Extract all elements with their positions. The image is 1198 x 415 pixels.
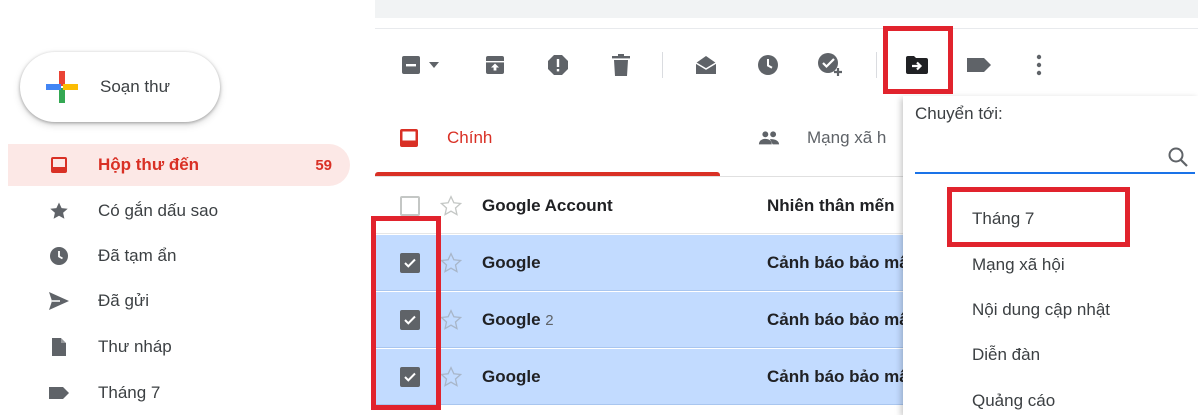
star-icon[interactable]	[439, 251, 463, 274]
plus-icon	[42, 67, 82, 107]
toolbar-divider	[662, 52, 663, 78]
sidebar-item-label: Hộp thư đến	[98, 155, 200, 174]
inbox-icon	[48, 154, 70, 176]
star-icon[interactable]	[439, 194, 463, 217]
email-subject: Nhiên thân mến	[767, 195, 895, 215]
tab-primary[interactable]: Chính	[398, 100, 492, 176]
row-checkbox[interactable]	[400, 195, 420, 216]
sidebar-item-label: Đã tạm ẩn	[98, 246, 177, 265]
toolbar-divider	[876, 52, 877, 78]
inbox-icon	[398, 127, 420, 149]
star-icon[interactable]	[439, 308, 463, 331]
label-icon[interactable]	[966, 52, 992, 78]
unread-count: 59	[315, 156, 332, 174]
move-option-promotions[interactable]: Quảng cáo	[972, 391, 1055, 411]
email-sender: Google 2	[482, 309, 554, 329]
star-icon	[48, 200, 70, 222]
sidebar-item-label-thang7[interactable]: Tháng 7	[8, 372, 350, 414]
people-icon	[758, 127, 780, 149]
label-icon	[48, 382, 70, 404]
top-divider	[375, 28, 1198, 29]
email-subject: Cảnh báo bảo mật	[767, 366, 907, 386]
email-sender: Google	[482, 366, 541, 386]
dropdown-arrow-icon[interactable]	[426, 52, 442, 78]
email-sender: Google	[482, 252, 541, 272]
search-icon	[1167, 146, 1189, 173]
sidebar-item-snoozed[interactable]: Đã tạm ẩn	[8, 235, 350, 277]
highlight-box-thang7	[947, 187, 1130, 247]
add-to-tasks-icon[interactable]	[817, 52, 843, 78]
sidebar-item-label: Đã gửi	[98, 291, 150, 310]
tab-label: Chính	[447, 128, 493, 147]
tab-label: Mạng xã h	[807, 128, 887, 147]
clock-icon	[48, 245, 70, 267]
delete-icon[interactable]	[608, 52, 634, 78]
email-subject: Cảnh báo bảo mật	[767, 309, 907, 329]
sidebar-item-label: Thư nháp	[98, 337, 172, 356]
highlight-box-checkboxes	[371, 216, 441, 410]
thread-count: 2	[545, 311, 554, 329]
sidebar-item-sent[interactable]: Đã gửi	[8, 280, 350, 322]
sidebar-item-starred[interactable]: Có gắn dấu sao	[8, 190, 350, 232]
move-to-menu: Chuyển tới: Tháng 7 Mạng xã hội Nội dung…	[903, 96, 1198, 415]
snooze-icon[interactable]	[755, 52, 781, 78]
compose-label: Soạn thư	[100, 77, 170, 96]
archive-icon[interactable]	[482, 52, 508, 78]
draft-icon	[48, 336, 70, 358]
compose-button[interactable]: Soạn thư	[20, 52, 220, 122]
send-icon	[48, 290, 70, 312]
move-to-search-input[interactable]	[915, 146, 1195, 174]
email-sender: Google Account	[482, 195, 613, 215]
sidebar-item-inbox[interactable]: Hộp thư đến 59	[8, 144, 350, 186]
highlight-box-move-to	[883, 26, 953, 94]
move-option-social[interactable]: Mạng xã hội	[972, 255, 1065, 275]
sidebar-item-drafts[interactable]: Thư nháp	[8, 326, 350, 368]
report-spam-icon[interactable]	[545, 52, 571, 78]
top-search-bar-edge	[375, 0, 1198, 18]
mark-as-read-icon[interactable]	[693, 52, 719, 78]
sidebar-item-label: Có gắn dấu sao	[98, 201, 219, 220]
sidebar-item-label: Tháng 7	[98, 383, 161, 402]
select-checkbox-icon[interactable]	[398, 52, 424, 78]
star-icon[interactable]	[439, 365, 463, 388]
more-icon[interactable]	[1026, 52, 1052, 78]
move-option-updates[interactable]: Nội dung cập nhật	[972, 300, 1110, 320]
tab-social[interactable]: Mạng xã h	[758, 100, 886, 176]
move-to-title: Chuyển tới:	[915, 104, 1003, 123]
move-option-forums[interactable]: Diễn đàn	[972, 345, 1040, 365]
email-subject: Cảnh báo bảo mật	[767, 252, 907, 272]
